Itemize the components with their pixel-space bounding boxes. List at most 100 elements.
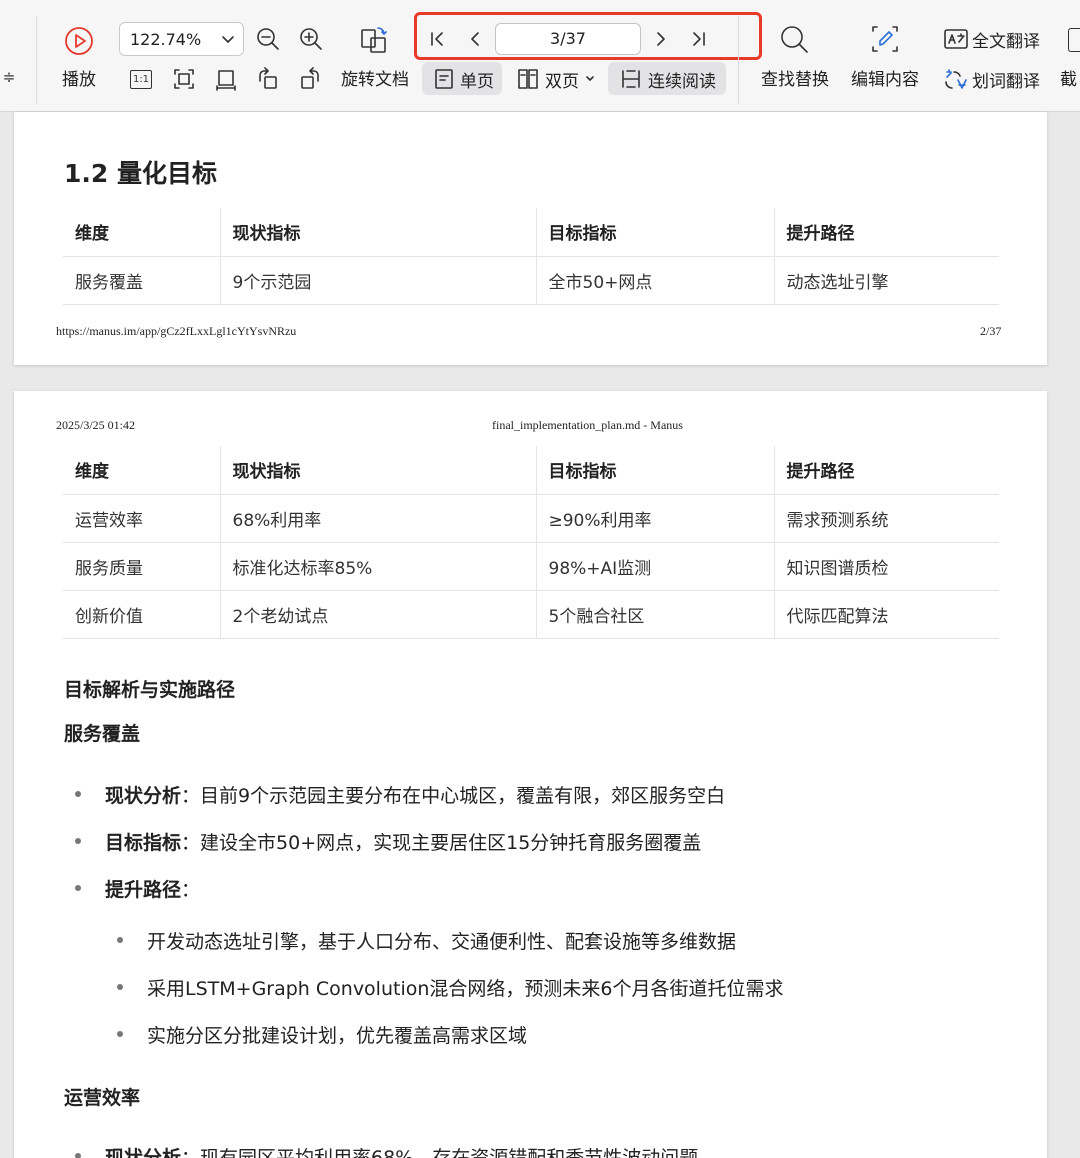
bullet-dot [75, 838, 81, 844]
first-page-button[interactable] [424, 24, 450, 54]
search-icon [781, 26, 808, 53]
next-page-button[interactable] [648, 24, 674, 54]
double-page-button[interactable]: 双页 [512, 64, 600, 94]
zoom-in-button[interactable] [297, 24, 325, 54]
table-cell: 68%利用率 [219, 494, 536, 543]
page-footer-number: 2/37 [980, 324, 1002, 338]
list-item-text: ：现有园区平均利用率68%，存在资源错配和季节性波动问题 [181, 1147, 699, 1158]
chevron-right-icon [657, 32, 665, 46]
list-item-label: 目标指标 [105, 832, 182, 854]
list-item: 目标指标：建设全市50+网点，实现主要居住区15分钟托育服务圈覆盖 [105, 828, 701, 855]
list-item-label: 现状分析 [105, 1147, 182, 1158]
partial-menu-glyph: ≑ [2, 68, 16, 86]
rotate-left-button[interactable] [254, 64, 282, 94]
table-cell: 5个融合社区 [535, 590, 774, 639]
last-page-button[interactable] [686, 24, 712, 54]
list-item: 开发动态选址引擎，基于人口分布、交通便利性、配套设施等多维数据 [147, 931, 737, 953]
word-translate-button[interactable]: 划词翻译 [938, 64, 1046, 94]
table-cell: ≥90%利用率 [535, 494, 774, 543]
table-row: 服务质量 标准化达标率85% 98%+AI监测 知识图谱质检 [63, 542, 999, 591]
list-item-label: 提升路径 [105, 879, 182, 901]
toolbar-divider [738, 16, 739, 104]
table-cell: 运营效率 [63, 494, 220, 543]
word-translate-icon [945, 69, 967, 89]
list-item: 现状分析：现有园区平均利用率68%，存在资源错配和季节性波动问题 [105, 1143, 698, 1158]
full-translate-button[interactable]: 全文翻译 [938, 24, 1046, 54]
find-replace-button[interactable] [776, 22, 812, 56]
toolbar-divider [36, 16, 37, 104]
zoom-in-icon [300, 28, 322, 50]
full-translate-label: 全文翻译 [972, 31, 1040, 52]
bullet-dot [75, 885, 81, 891]
sub-bullet-dot [117, 1031, 123, 1037]
play-button[interactable] [62, 24, 96, 58]
left-partial-menu[interactable]: ≑ [0, 62, 18, 92]
document-page-2: 1.2 量化目标 维度 现状指标 目标指标 提升路径 服务覆盖 9个示范园 全市… [14, 112, 1047, 365]
screenshot-partial-label: 截 [1060, 69, 1077, 90]
continuous-reading-label: 连续阅读 [648, 71, 716, 92]
list-item-text: ： [181, 879, 201, 901]
table-header-cell: 目标指标 [535, 208, 774, 257]
sub-bullet-dot [117, 937, 123, 943]
continuous-reading-button[interactable]: 连续阅读 [612, 64, 724, 94]
quant-goals-table-part1: 维度 现状指标 目标指标 提升路径 服务覆盖 9个示范园 全市50+网点 动态选… [63, 208, 999, 305]
fit-page-button[interactable] [170, 64, 198, 94]
table-cell: 创新价值 [63, 590, 220, 639]
table-cell: 2个老幼试点 [219, 590, 536, 639]
subheading-service-coverage: 服务覆盖 [64, 723, 141, 745]
sub-bullet-dot [117, 984, 123, 990]
zoom-select[interactable]: 122.74% [119, 22, 244, 56]
list-item-text: ：建设全市50+网点，实现主要居住区15分钟托育服务圈覆盖 [181, 832, 702, 854]
rotate-document-button[interactable] [356, 24, 392, 56]
subheading-operational-efficiency: 运营效率 [64, 1087, 141, 1109]
page-header-title: final_implementation_plan.md - Manus [492, 418, 683, 432]
zoom-out-button[interactable] [254, 24, 282, 54]
page-footer-url: https://manus.im/app/gCz2fLxxLgl1cYtYsvN… [56, 324, 297, 338]
table-header-cell: 提升路径 [773, 446, 999, 495]
translate-icon [944, 29, 968, 49]
rotate-document-label: 旋转文档 [341, 69, 409, 90]
rotate-document-icon [361, 27, 387, 53]
list-item: 采用LSTM+Graph Convolution混合网络，预测未来6个月各街道托… [147, 978, 784, 1000]
double-page-label: 双页 [545, 71, 579, 92]
table-header-cell: 维度 [63, 446, 220, 495]
actual-size-icon: 1:1 [130, 69, 152, 89]
page-header-date: 2025/3/25 01:42 [56, 418, 136, 432]
section-heading-quant-goals: 1.2 量化目标 [64, 159, 217, 188]
partial-right-button[interactable] [1068, 26, 1080, 54]
edit-content-button[interactable] [867, 22, 903, 56]
chevron-down-icon [586, 76, 594, 81]
document-page-3: 2025/3/25 01:42 final_implementation_pla… [14, 391, 1047, 1158]
actual-size-glyph: 1:1 [132, 73, 150, 85]
play-icon [65, 27, 93, 55]
rotate-left-icon [259, 67, 277, 89]
page-number-input[interactable]: 3/37 [495, 23, 641, 55]
section-heading-goal-analysis: 目标解析与实施路径 [64, 679, 236, 701]
zoom-out-icon [257, 28, 279, 50]
table-header-cell: 目标指标 [535, 446, 774, 495]
table-row: 服务覆盖 9个示范园 全市50+网点 动态选址引擎 [63, 256, 999, 305]
table-cell: 代际匹配算法 [773, 590, 999, 639]
first-page-icon [431, 32, 443, 46]
bullet-dot [75, 1153, 81, 1158]
list-item: 现状分析：目前9个示范园主要分布在中心城区，覆盖有限，郊区服务空白 [105, 781, 725, 808]
table-cell: 服务覆盖 [63, 256, 220, 305]
table-cell: 标准化达标率85% [219, 542, 536, 591]
chevron-down-icon [222, 36, 234, 43]
fit-width-button[interactable] [212, 64, 240, 94]
table-row: 运营效率 68%利用率 ≥90%利用率 需求预测系统 [63, 494, 999, 543]
double-page-icon [518, 69, 538, 89]
screenshot-icon [1068, 28, 1080, 52]
table-row: 创新价值 2个老幼试点 5个融合社区 代际匹配算法 [63, 590, 999, 639]
single-page-label: 单页 [460, 71, 494, 92]
bullet-dot [75, 791, 81, 797]
previous-page-button[interactable] [462, 24, 488, 54]
fit-page-icon [174, 69, 194, 89]
zoom-value: 122.74% [130, 29, 202, 49]
single-page-button[interactable]: 单页 [430, 64, 498, 94]
table-cell: 动态选址引擎 [773, 256, 999, 305]
list-item-label: 现状分析 [105, 785, 182, 807]
actual-size-button[interactable]: 1:1 [128, 66, 154, 92]
rotate-right-button[interactable] [296, 64, 324, 94]
chevron-left-icon [471, 32, 479, 46]
